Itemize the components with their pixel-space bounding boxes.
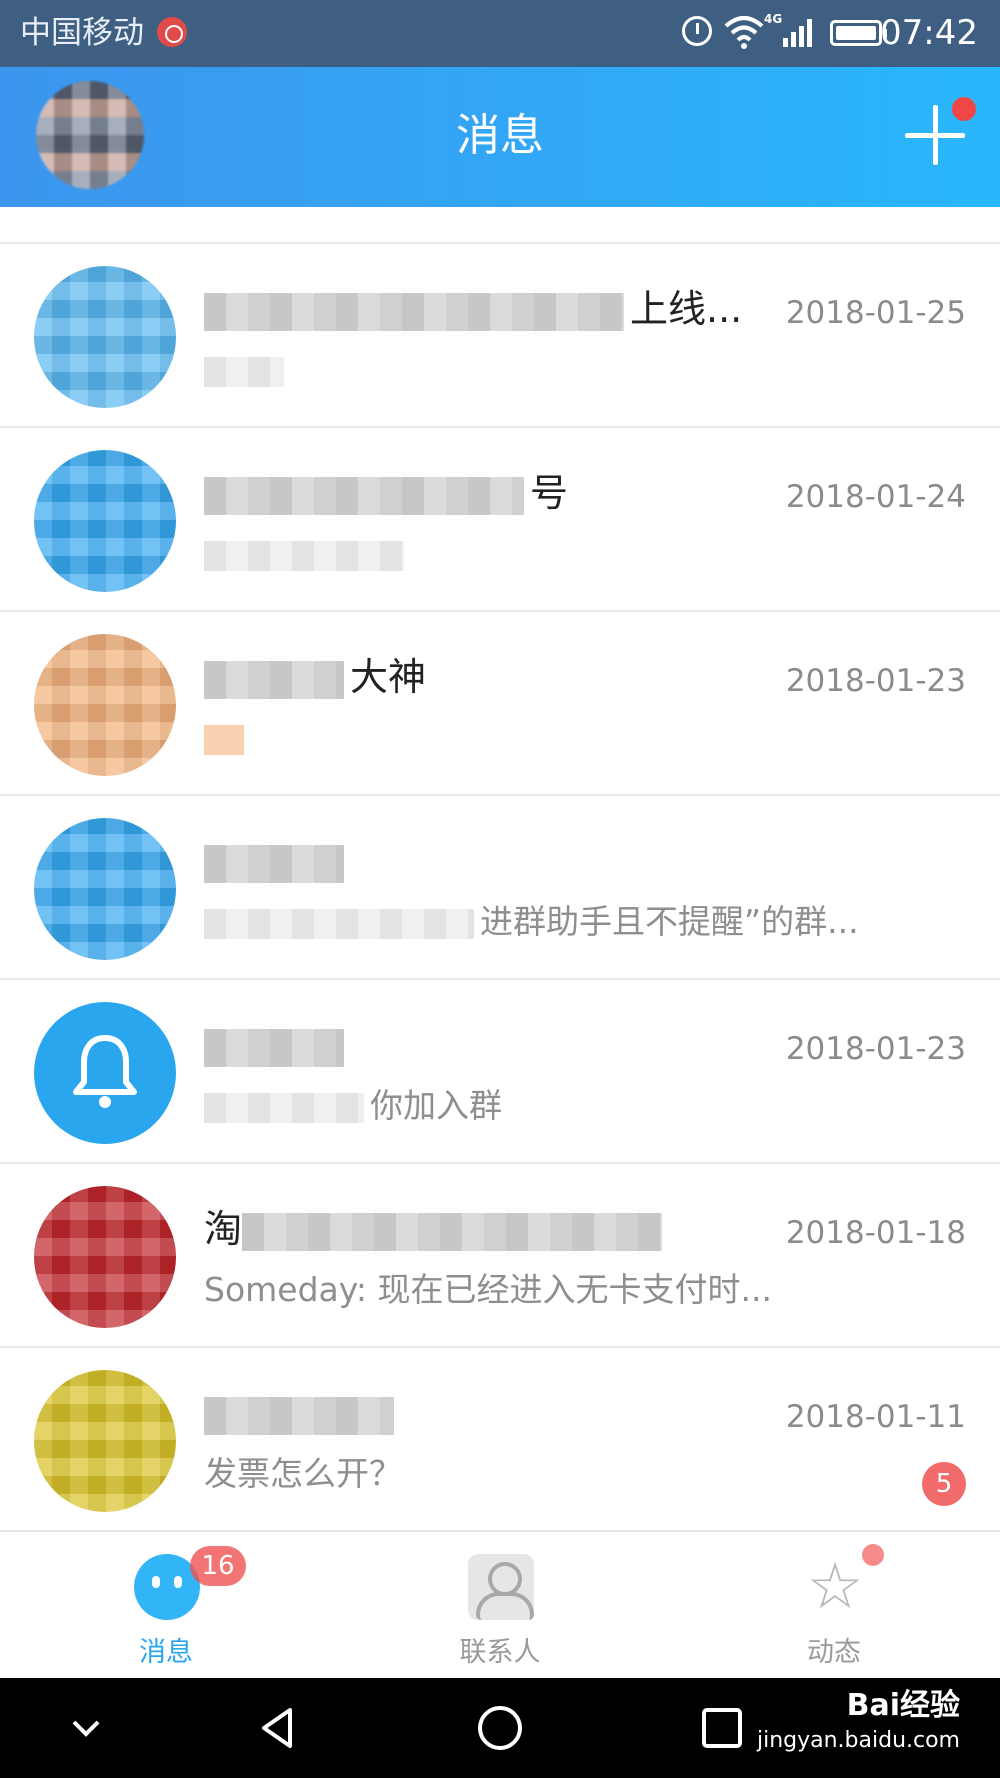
alarm-icon xyxy=(682,16,712,46)
blurred-text xyxy=(204,540,404,571)
status-time: 07:42 xyxy=(880,13,978,53)
blurred-text xyxy=(204,292,624,331)
battery-icon xyxy=(830,20,887,46)
bottom-tab-bar: 16 消息 联系人 ☆ 动态 xyxy=(0,1530,1000,1678)
star-icon: ☆ xyxy=(806,1550,864,1624)
conversation-date: 2018-01-18 xyxy=(785,1215,966,1251)
chevron-down-icon xyxy=(72,1720,100,1737)
home-circle-icon xyxy=(478,1706,522,1750)
blurred-text xyxy=(204,724,244,755)
back-triangle-icon xyxy=(262,1708,292,1748)
conversation-avatar xyxy=(34,634,176,776)
tab-contacts[interactable]: 联系人 xyxy=(400,1532,600,1680)
blurred-text xyxy=(204,476,524,515)
new-dot-badge xyxy=(952,97,976,121)
blurred-text xyxy=(204,908,474,939)
system-nav-bar: Bai经验 jingyan.baidu.com xyxy=(0,1678,1000,1778)
tab-feed[interactable]: ☆ 动态 xyxy=(734,1532,934,1680)
conversation-preview xyxy=(204,716,250,760)
conversation-row[interactable]: 号 2018-01-24 xyxy=(0,428,1000,612)
bell-icon xyxy=(73,1035,137,1108)
blurred-text xyxy=(242,1212,663,1251)
conversation-row[interactable]: 淘 Someday: 现在已经进入无卡支付时... 2018-01-18 xyxy=(0,1164,1000,1348)
blurred-text xyxy=(204,1396,394,1435)
conversation-avatar xyxy=(34,1370,176,1512)
network-type: 4G xyxy=(764,12,783,26)
conversation-preview: 你加入群 xyxy=(204,1084,502,1128)
tab-label: 联系人 xyxy=(459,1637,541,1668)
conversation-avatar xyxy=(34,818,176,960)
blurred-text xyxy=(204,660,344,699)
baidu-jingyan-watermark: Bai经验 jingyan.baidu.com xyxy=(757,1686,960,1756)
nav-home-button[interactable] xyxy=(472,1700,528,1756)
nav-back-button[interactable] xyxy=(250,1700,306,1756)
conversation-title: 淘 xyxy=(204,1204,668,1254)
carrier-name: 中国移动 xyxy=(20,15,144,51)
conversation-title: 上线... xyxy=(204,284,742,334)
conversation-preview: 进群助手且不提醒”的群... xyxy=(204,900,859,944)
conversation-list: 上线... 2018-01-25 号 2018-01-24 大神 2018-01… xyxy=(0,207,1000,1532)
conversation-date: 2018-01-24 xyxy=(785,479,966,515)
unread-badge: 5 xyxy=(922,1462,966,1506)
wifi-icon xyxy=(724,16,764,49)
conversation-date: 2018-01-23 xyxy=(785,663,966,699)
conversation-title xyxy=(204,836,350,886)
watermark-url: jingyan.baidu.com xyxy=(756,1728,960,1753)
signal-icon xyxy=(783,19,812,47)
new-dot-badge xyxy=(862,1544,884,1566)
page-title: 消息 xyxy=(456,110,544,161)
conversation-date: 2018-01-11 xyxy=(785,1399,966,1435)
conversation-date: 2018-01-25 xyxy=(785,295,966,331)
conversation-avatar xyxy=(34,450,176,592)
list-top-strip xyxy=(0,207,1000,244)
conversation-title: 号 xyxy=(204,468,568,518)
watermark-brand: Bai经验 xyxy=(846,1688,960,1723)
conversation-row[interactable]: 你加入群 2018-01-23 xyxy=(0,980,1000,1164)
conversation-title xyxy=(204,1020,350,1070)
conversation-row[interactable]: 大神 2018-01-23 xyxy=(0,612,1000,796)
app-header: 消息 xyxy=(0,67,1000,207)
conversation-row[interactable]: 上线... 2018-01-25 xyxy=(0,244,1000,428)
conversation-preview: Someday: 现在已经进入无卡支付时... xyxy=(204,1270,772,1309)
tab-messages[interactable]: 16 消息 xyxy=(66,1532,266,1680)
contacts-icon xyxy=(468,1554,534,1620)
conversation-avatar xyxy=(34,266,176,408)
status-bar: 中国移动 4G 07:42 xyxy=(0,0,1000,67)
conversation-date: 2018-01-23 xyxy=(785,1031,966,1067)
blurred-text xyxy=(204,356,284,387)
nav-collapse-button[interactable] xyxy=(58,1700,114,1756)
blurred-text xyxy=(204,844,344,883)
recents-square-icon xyxy=(702,1708,742,1748)
conversation-preview xyxy=(204,348,290,392)
conversation-preview: 发票怎么开？ xyxy=(204,1454,402,1493)
conversation-title: 大神 xyxy=(204,652,426,702)
blurred-text xyxy=(204,1092,364,1123)
tab-badge: 16 xyxy=(190,1546,246,1586)
conversation-avatar xyxy=(34,1002,176,1144)
conversation-row[interactable]: 进群助手且不提醒”的群... xyxy=(0,796,1000,980)
conversation-row[interactable]: 发票怎么开？ 2018-01-11 5 xyxy=(0,1348,1000,1532)
conversation-title xyxy=(204,1388,400,1438)
nav-recents-button[interactable] xyxy=(694,1700,750,1756)
status-icons: 4G xyxy=(678,12,890,54)
conversation-avatar xyxy=(34,1186,176,1328)
tab-label: 消息 xyxy=(139,1637,193,1668)
carrier-logo-icon xyxy=(157,17,187,47)
blurred-text xyxy=(204,1028,344,1067)
tab-label: 动态 xyxy=(807,1637,861,1668)
conversation-preview xyxy=(204,532,410,576)
